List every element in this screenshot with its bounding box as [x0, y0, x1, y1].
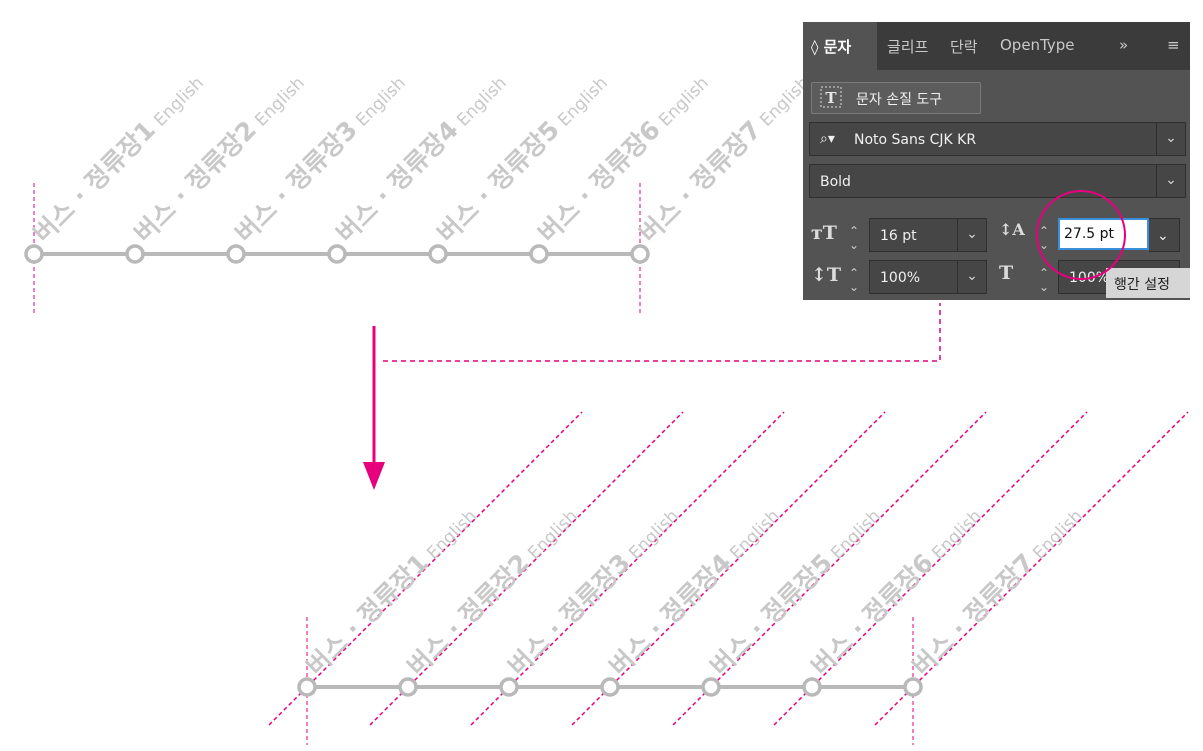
chevron-down-icon[interactable]: ⌄ [1156, 123, 1185, 155]
touch-type-icon: T [820, 86, 842, 108]
vertical-scale-icon: ↕T [811, 264, 842, 286]
vertical-scale-value: 100% [880, 270, 921, 286]
stop-label: 버스 · 정류장4English [604, 500, 785, 681]
search-icon: ⌕▾ [820, 131, 835, 147]
stop-marker [499, 677, 519, 697]
panel-menu-icon[interactable]: ≡ [1167, 36, 1180, 54]
stop-name-english: English [150, 73, 208, 131]
stop-marker [630, 244, 650, 264]
tab-paragraph[interactable]: 단락 [950, 36, 978, 57]
stepper-icon[interactable]: ⌃ ⌄ [849, 224, 859, 252]
stop-marker [125, 244, 145, 264]
stop-label: 버스 · 정류장6English [806, 500, 987, 681]
horizontal-scale-icon: T [999, 262, 1014, 284]
stop-name-english: English [625, 506, 683, 564]
character-panel: ◊ 문자 글리프 단락 OpenType » ≡ T 문자 손질 도구 ⌕▾ N… [803, 22, 1190, 300]
transition-connector [363, 303, 941, 490]
stop-label: 버스 · 정류장5English [432, 67, 613, 248]
leading-icon: ↕A [999, 220, 1025, 239]
font-style-value: Bold [820, 174, 851, 190]
stop-label: 버스 · 정류장5English [705, 500, 886, 681]
font-size-field[interactable]: 16 pt ⌄ [869, 218, 987, 252]
stop-name-english: English [524, 506, 582, 564]
stop-name-english: English [453, 73, 511, 131]
before-diagram: 버스 · 정류장1English버스 · 정류장2English버스 · 정류장… [24, 67, 815, 315]
font-size-value: 16 pt [880, 228, 917, 244]
tab-opentype[interactable]: OpenType [1000, 36, 1075, 54]
stop-label: 버스 · 정류장2English [402, 500, 583, 681]
stop-marker [327, 244, 347, 264]
stepper-icon[interactable]: ⌃ ⌄ [849, 266, 859, 294]
font-size-icon: тT [811, 222, 837, 244]
font-family-value: Noto Sans CJK KR [854, 132, 977, 148]
stop-label: 버스 · 정류장1English [301, 500, 482, 681]
stop-label: 버스 · 정류장3English [503, 500, 684, 681]
svg-text:T: T [825, 89, 837, 107]
chevron-down-icon[interactable]: ⌄ [957, 261, 986, 293]
highlight-circle [1036, 190, 1126, 280]
font-family-select[interactable]: ⌕▾ Noto Sans CJK KR ⌄ [809, 122, 1186, 156]
stop-marker [600, 677, 620, 697]
stop-label: 버스 · 정류장4English [331, 67, 512, 248]
panel-expand-icon[interactable]: » [1119, 36, 1128, 54]
panel-tabs: ◊ 문자 글리프 단락 OpenType » ≡ [803, 22, 1190, 70]
tab-glyph[interactable]: 글리프 [887, 36, 928, 57]
leading-dropdown[interactable]: ⌄ [1149, 218, 1180, 252]
stop-name-english: English [1029, 506, 1087, 564]
stop-name-english: English [554, 73, 612, 131]
stop-name-english: English [352, 73, 410, 131]
down-arrow-head [363, 462, 385, 490]
stop-name-english: English [251, 73, 309, 131]
stop-label: 버스 · 정류장7English [907, 500, 1088, 681]
stop-marker [529, 244, 549, 264]
stop-marker [428, 244, 448, 264]
dashed-connector [383, 303, 941, 362]
stop-label: 버스 · 정류장1English [28, 67, 209, 248]
stop-name-english: English [655, 73, 713, 131]
stop-marker [226, 244, 246, 264]
stop-label: 버스 · 정류장2English [129, 67, 310, 248]
after-diagram: 버스 · 정류장1English버스 · 정류장2English버스 · 정류장… [268, 411, 1189, 745]
vertical-scale-field[interactable]: 100% ⌄ [869, 260, 987, 294]
stop-marker [24, 244, 44, 264]
stop-name-english: English [928, 506, 986, 564]
stop-marker [903, 677, 923, 697]
stop-marker [802, 677, 822, 697]
touch-type-tool-button[interactable]: T 문자 손질 도구 [811, 82, 981, 114]
chevron-down-icon: ⌄ [1157, 228, 1169, 244]
touch-type-label: 문자 손질 도구 [856, 92, 943, 108]
chevron-down-icon[interactable]: ⌄ [957, 219, 986, 251]
stop-name-english: English [726, 506, 784, 564]
stop-label: 버스 · 정류장6English [533, 67, 714, 248]
stop-label: 버스 · 정류장3English [230, 67, 411, 248]
stop-name-english: English [827, 506, 885, 564]
stop-label: 버스 · 정류장7English [634, 67, 815, 248]
font-style-select[interactable]: Bold ⌄ [809, 164, 1186, 198]
stop-marker [701, 677, 721, 697]
stop-marker [297, 677, 317, 697]
stop-name-english: English [423, 506, 481, 564]
tab-character[interactable]: ◊ 문자 [811, 36, 851, 57]
chevron-down-icon[interactable]: ⌄ [1156, 165, 1185, 197]
stop-marker [398, 677, 418, 697]
